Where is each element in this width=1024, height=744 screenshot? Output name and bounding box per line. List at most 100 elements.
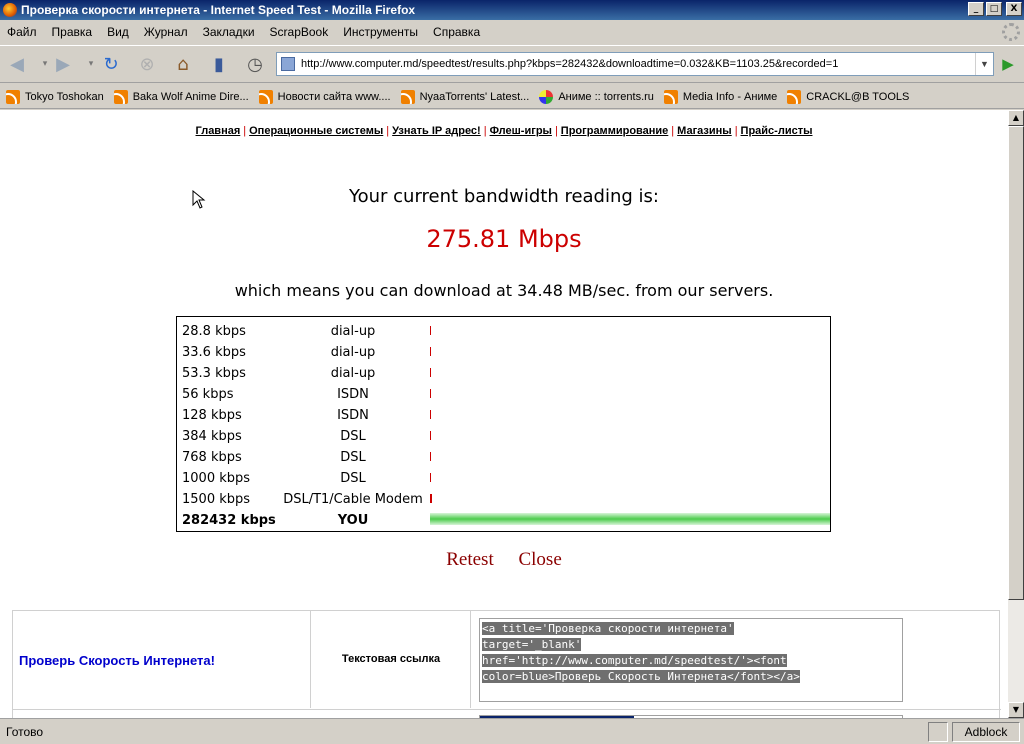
status-bar: Готово Adblock — [0, 718, 1024, 744]
speed-bar — [430, 452, 431, 461]
torrent-icon — [539, 89, 554, 104]
home-icon[interactable]: ⌂ — [170, 51, 196, 77]
bookmark-label: Tokyo Toshokan — [25, 90, 104, 103]
nav-link-prices[interactable]: Прайс-листы — [741, 125, 813, 137]
mouse-cursor-icon — [192, 190, 206, 209]
minimize-button[interactable]: _ — [968, 2, 984, 16]
nav-link-programming[interactable]: Программирование — [561, 125, 669, 137]
embed-code-textarea[interactable]: <a title='Проверка скорости интернета' t… — [479, 618, 903, 702]
firefox-icon — [3, 3, 17, 17]
speed-bar — [430, 326, 431, 335]
speed-value: 275.81 Mbps — [426, 225, 582, 253]
speed-rate: 768 kbps — [182, 450, 242, 465]
menu-bar: Файл Правка Вид Журнал Закладки ScrapBoo… — [0, 21, 1024, 43]
speed-bar — [430, 513, 830, 525]
scroll-up-icon[interactable]: ▲ — [1008, 110, 1024, 126]
bookmark-label: Baka Wolf Anime Dire... — [132, 90, 249, 103]
go-icon[interactable]: ▶ — [998, 53, 1018, 75]
menu-scrapbook[interactable]: ScrapBook — [263, 25, 337, 39]
speed-row: 33.6 kbps dial-up — [182, 341, 827, 362]
speed-bar — [430, 494, 432, 503]
speed-rate: 384 kbps — [182, 429, 242, 444]
speed-row: 1500 kbps DSL/T1/Cable Modem — [182, 488, 827, 509]
status-text: Готово — [6, 724, 44, 739]
bookmark-label: NyaaTorrents' Latest... — [419, 90, 530, 103]
address-text[interactable]: http://www.computer.md/speedtest/results… — [301, 58, 838, 70]
bookmark-item[interactable]: Media Info - Аниме — [663, 89, 778, 104]
stop-icon[interactable]: ⊗ — [134, 51, 160, 77]
status-panel-icon[interactable] — [928, 722, 948, 742]
menu-file[interactable]: Файл — [0, 25, 45, 39]
speed-bar — [430, 410, 431, 419]
connection-type: ISDN — [337, 408, 369, 423]
nav-link-flash-games[interactable]: Флеш-игры — [490, 125, 552, 137]
speed-rate: 56 kbps — [182, 387, 234, 402]
menu-history[interactable]: Журнал — [137, 25, 196, 39]
forward-icon[interactable]: ▶ — [50, 51, 76, 77]
menu-tools[interactable]: Инструменты — [336, 25, 426, 39]
bookmarks-toolbar: Tokyo Toshokan Baka Wolf Anime Dire... Н… — [0, 85, 1024, 109]
connection-type: DSL — [340, 429, 366, 444]
close-button[interactable]: X — [1006, 2, 1022, 16]
maximize-button[interactable]: □ — [986, 2, 1002, 16]
back-icon[interactable]: ◀ — [4, 51, 30, 77]
speed-row: 56 kbps ISDN — [182, 383, 827, 404]
window-titlebar: Проверка скорости интернета - Internet S… — [0, 0, 1024, 20]
speed-bar — [430, 431, 431, 440]
connection-type: DSL — [340, 471, 366, 486]
link-code-table: Проверь Скорость Интернета! Текстовая сс… — [12, 610, 1001, 718]
scroll-down-icon[interactable]: ▼ — [1008, 702, 1024, 718]
reload-icon[interactable]: ↻ — [98, 51, 124, 77]
bookmark-label: Media Info - Аниме — [682, 90, 778, 103]
speed-comparison-table: 28.8 kbps dial-up 33.6 kbps dial-up 53.3 kbp… — [176, 316, 831, 532]
rss-icon — [113, 89, 128, 104]
bookmark-item[interactable]: Аниме :: torrents.ru — [539, 89, 654, 104]
throbber-icon — [1002, 23, 1020, 41]
menu-bookmarks[interactable]: Закладки — [196, 25, 263, 39]
site-nav: Главная | Операционные системы | Узнать IP а… — [195, 125, 813, 137]
rss-icon — [400, 89, 415, 104]
speed-bar — [430, 473, 431, 482]
connection-type: dial-up — [330, 324, 376, 339]
connection-type: ISDN — [337, 387, 369, 402]
speed-rate: 128 kbps — [182, 408, 242, 423]
retest-link[interactable]: Retest — [446, 549, 494, 570]
bookmark-item[interactable]: Новости сайта www.... — [258, 89, 391, 104]
adblock-label: Adblock — [964, 725, 1008, 739]
nav-link-ip[interactable]: Узнать IP адрес! — [392, 125, 481, 137]
page-content: Главная | Операционные системы | Узнать IP а… — [0, 110, 1008, 718]
speed-rate: 1500 kbps — [182, 492, 251, 507]
link-type-cell: Текстовая ссылка — [311, 611, 471, 708]
bookmark-item[interactable]: Baka Wolf Anime Dire... — [113, 89, 249, 104]
speed-bar — [430, 368, 431, 377]
link-type-label: Текстовая ссылка — [341, 653, 441, 665]
speed-rate: 28.8 kbps — [182, 324, 246, 339]
bookmark-item[interactable]: CRACKL@B TOOLS — [787, 89, 909, 104]
bookmark-item[interactable]: Tokyo Toshokan — [6, 89, 104, 104]
bookmarks-icon[interactable]: ▮ — [206, 51, 232, 77]
adblock-button[interactable]: Adblock — [952, 722, 1020, 742]
download-rate-text: which means you can download at 34.48 MB… — [234, 281, 774, 300]
site-icon — [281, 57, 295, 71]
code-line: color=blue>Проверь Скорость Интернета</f… — [482, 670, 800, 683]
history-icon[interactable]: ◷ — [242, 51, 268, 77]
address-dropdown-icon[interactable]: ▼ — [975, 53, 993, 75]
address-bar[interactable]: http://www.computer.md/speedtest/results… — [276, 52, 994, 76]
link-preview-cell: Проверь Скорость Интернета! — [13, 611, 311, 708]
menu-help[interactable]: Справка — [426, 25, 488, 39]
bookmark-item[interactable]: NyaaTorrents' Latest... — [400, 89, 530, 104]
nav-link-shops[interactable]: Магазины — [677, 125, 732, 137]
link-preview[interactable]: Проверь Скорость Интернета! — [19, 653, 215, 668]
nav-link-home[interactable]: Главная — [196, 125, 241, 137]
speed-rate: 33.6 kbps — [182, 345, 246, 360]
vertical-scrollbar[interactable]: ▲ ▼ — [1008, 110, 1024, 718]
rss-icon — [787, 89, 802, 104]
result-heading: Your current bandwidth reading is: — [349, 186, 659, 207]
nav-link-os[interactable]: Операционные системы — [249, 125, 383, 137]
connection-type: DSL — [340, 450, 366, 465]
speed-row: 384 kbps DSL — [182, 425, 827, 446]
close-link[interactable]: Close — [518, 549, 561, 570]
scroll-thumb[interactable] — [1008, 126, 1024, 600]
menu-view[interactable]: Вид — [100, 25, 137, 39]
menu-edit[interactable]: Правка — [45, 25, 101, 39]
